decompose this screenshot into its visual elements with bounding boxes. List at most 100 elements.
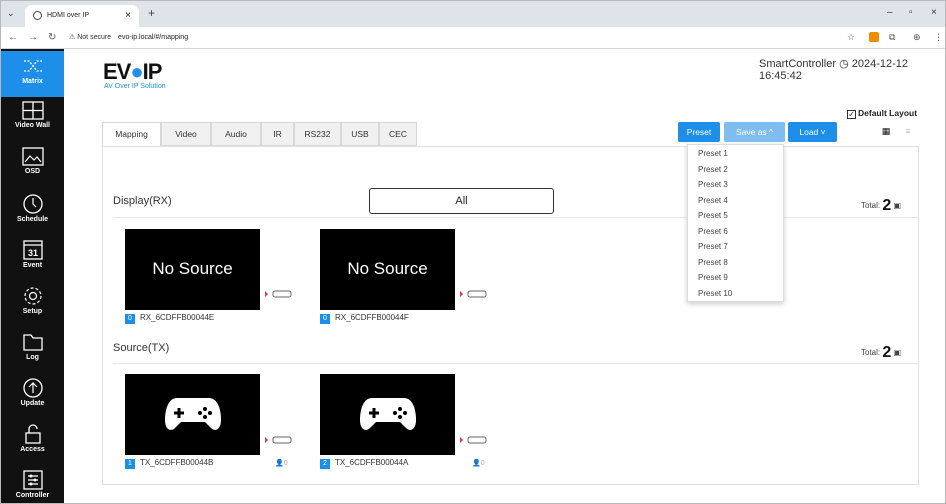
default-layout-label: Default Layout: [858, 108, 918, 118]
tab-mapping[interactable]: Mapping: [102, 122, 161, 147]
close-window-icon[interactable]: ×: [931, 7, 937, 18]
device-name: TX_6CDFFB00044B: [140, 458, 214, 467]
source-device-label[interactable]: 2 TX_6CDFFB00044A: [320, 458, 408, 469]
new-tab-icon[interactable]: +: [148, 6, 155, 20]
total-label: Total:: [861, 201, 881, 210]
preset-item[interactable]: Preset 5: [698, 211, 728, 220]
preset-item[interactable]: Preset 2: [698, 165, 728, 174]
tab-video[interactable]: Video: [161, 122, 211, 146]
source-section-title: Source(TX): [113, 342, 170, 354]
save-as-button[interactable]: Save as ^: [724, 122, 785, 142]
sidebar-item-label: Update: [20, 400, 45, 407]
sidebar-item-event[interactable]: 31 Event: [1, 235, 64, 281]
close-tab-icon[interactable]: ×: [125, 10, 131, 21]
extension-icon[interactable]: [869, 32, 879, 42]
tab-audio[interactable]: Audio: [211, 122, 261, 146]
tab-rs232[interactable]: RS232: [294, 122, 341, 146]
screen-text: No Source: [152, 259, 233, 278]
grid-view-icon[interactable]: ▦: [877, 124, 895, 139]
lock-icon: [24, 424, 41, 444]
shuffle-icon: [23, 60, 42, 72]
gamepad-icon: [164, 398, 221, 430]
display-device-label[interactable]: 0 RX_6CDFFB00044F: [320, 313, 409, 324]
tab-ir[interactable]: IR: [261, 122, 294, 146]
preset-item[interactable]: Preset 6: [698, 227, 728, 236]
list-view-icon[interactable]: ≡: [899, 124, 917, 139]
device-number: 2: [320, 459, 330, 469]
image-icon: [21, 147, 44, 166]
preset-item[interactable]: Preset 3: [698, 180, 728, 189]
hdmi-port-icon[interactable]: [265, 289, 295, 299]
preset-item[interactable]: Preset 1: [698, 149, 728, 158]
app-window: ⌄ HDMI over IP × + – ▫ × ← → ↻ ⚠ Not sec…: [0, 0, 946, 504]
display-thumbnail[interactable]: No Source: [125, 229, 260, 310]
source-thumbnail[interactable]: [125, 374, 260, 455]
hdmi-port-icon[interactable]: [460, 435, 490, 445]
gear-icon: [23, 287, 42, 305]
source-device-label[interactable]: 1 TX_6CDFFB00044B: [125, 458, 213, 469]
image-icon[interactable]: ▣: [894, 348, 902, 357]
preset-item[interactable]: Preset 7: [698, 242, 728, 251]
controller-status: SmartController ◷ 2024-12-12 16:45:42: [759, 58, 908, 82]
display-section-title: Display(RX): [113, 195, 172, 207]
preset-button[interactable]: Preset: [678, 122, 720, 142]
total-label: Total:: [861, 348, 881, 357]
tab-usb[interactable]: USB: [341, 122, 379, 146]
star-icon[interactable]: ☆: [847, 32, 855, 43]
display-device-label[interactable]: 0 RX_6CDFFB00044E: [125, 313, 214, 324]
source-thumbnail[interactable]: [320, 374, 455, 455]
default-layout-checkbox[interactable]: ✓ Default Layout: [847, 108, 917, 119]
sidebar-item-label: Schedule: [16, 216, 49, 223]
sidebar-item-access[interactable]: Access: [1, 419, 64, 465]
image-icon[interactable]: ▣: [894, 201, 902, 210]
forward-icon[interactable]: →: [28, 32, 38, 43]
reload-icon[interactable]: ↻: [48, 32, 56, 43]
preset-item[interactable]: Preset 9: [698, 273, 728, 282]
sidebar-item-controller[interactable]: Controller: [1, 465, 64, 503]
sidebar-item-label: Setup: [22, 308, 43, 315]
upload-icon: [22, 378, 43, 398]
tab-search-icon[interactable]: ⌄: [7, 8, 15, 19]
hdmi-port-icon[interactable]: [460, 289, 490, 299]
minimize-icon[interactable]: –: [887, 7, 893, 18]
load-button[interactable]: Load ˅: [788, 122, 837, 142]
user-icon: 👤: [275, 460, 284, 467]
calendar-icon: 31: [22, 240, 43, 260]
sidebar-item-schedule[interactable]: Schedule: [1, 189, 64, 235]
sidebar-item-setup[interactable]: Setup: [1, 281, 64, 327]
preset-item[interactable]: Preset 4: [698, 196, 728, 205]
puzzle-icon[interactable]: ⧉: [889, 32, 895, 43]
user-count: 👤0: [275, 460, 288, 467]
preset-item[interactable]: Preset 10: [698, 289, 732, 298]
url-text: evo-ip.local/#/mapping: [118, 34, 189, 41]
back-icon[interactable]: ←: [8, 32, 18, 43]
sliders-icon: [22, 470, 43, 490]
globe-icon: [33, 11, 42, 20]
device-number: 0: [320, 314, 330, 324]
sidebar-item-update[interactable]: Update: [1, 373, 64, 419]
device-name: TX_6CDFFB00044A: [335, 458, 409, 467]
display-thumbnail[interactable]: No Source: [320, 229, 455, 310]
restore-icon[interactable]: ▫: [909, 7, 913, 18]
display-filter[interactable]: All: [369, 188, 554, 214]
divider: [113, 363, 918, 364]
check-icon: ✓: [847, 110, 856, 119]
clock-icon: [22, 194, 43, 214]
device-name: RX_6CDFFB00044F: [335, 313, 409, 322]
menu-icon[interactable]: ⋮: [934, 32, 943, 43]
sidebar-item-video-wall[interactable]: Video Wall: [1, 97, 64, 143]
sidebar-item-label: OSD: [24, 168, 41, 175]
profile-icon[interactable]: ⊕: [913, 32, 921, 43]
sidebar-item-osd[interactable]: OSD: [1, 143, 64, 189]
preset-dropdown: Preset 1 Preset 2 Preset 3 Preset 4 Pres…: [687, 144, 784, 302]
gamepad-icon: [359, 398, 416, 430]
preset-item[interactable]: Preset 8: [698, 258, 728, 267]
divider: [113, 217, 918, 218]
hdmi-port-icon[interactable]: [265, 435, 295, 445]
tab-cec[interactable]: CEC: [379, 122, 417, 146]
url-field[interactable]: ⚠ Not secure evo-ip.local/#/mapping: [69, 30, 829, 46]
browser-tab[interactable]: HDMI over IP ×: [25, 5, 139, 27]
sidebar-item-matrix[interactable]: Matrix: [1, 51, 64, 97]
sidebar-item-log[interactable]: Log: [1, 327, 64, 373]
svg-text:31: 31: [27, 248, 37, 258]
